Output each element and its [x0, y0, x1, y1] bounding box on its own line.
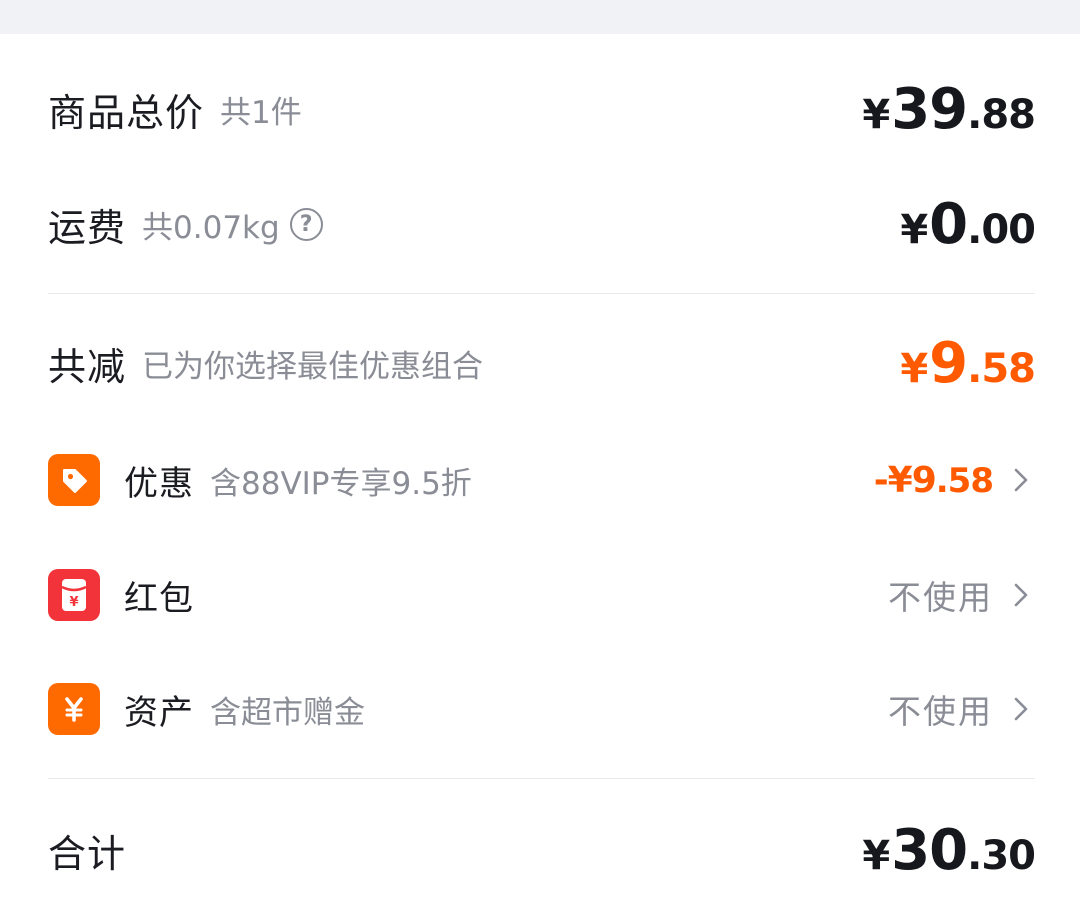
grand-total-row: 合计 ¥30.30: [48, 817, 1036, 883]
price-integer: 30: [891, 817, 968, 883]
divider: [48, 293, 1035, 294]
red-packet-icon: ¥: [48, 569, 100, 621]
currency-symbol: ¥: [862, 91, 890, 138]
goods-count: 共1件: [220, 94, 302, 131]
chevron-right-icon: [1007, 581, 1035, 609]
red-packet-label: 红包: [124, 578, 194, 619]
promo-value-main: -¥9: [873, 459, 937, 501]
grand-total-price: ¥30.30: [862, 817, 1036, 883]
assets-status: 不使用: [888, 692, 993, 731]
promo-value-decimal: .58: [935, 460, 994, 501]
help-icon[interactable]: ?: [289, 207, 323, 241]
promo-value: -¥9.58: [873, 459, 994, 501]
chevron-right-icon: [1007, 466, 1035, 494]
discount-total-price: ¥9.58: [900, 330, 1036, 396]
discount-total-label: 共减: [48, 344, 127, 389]
promo-row[interactable]: 优惠 含88VIP专享9.5折 -¥9.58: [48, 450, 1035, 510]
assets-label: 资产: [124, 692, 194, 733]
discount-total-row: 共减 已为你选择最佳优惠组合 ¥9.58: [48, 330, 1036, 396]
assets-row[interactable]: 资产 含超市赠金 不使用: [48, 679, 1035, 739]
divider: [48, 778, 1035, 779]
red-packet-status: 不使用: [888, 578, 993, 617]
order-summary-card: 商品总价 共1件 ¥39.88 运费 共0.07kg ? ¥0.00 共减 已为…: [0, 34, 1080, 918]
shipping-price: ¥0.00: [900, 191, 1036, 257]
price-integer: 0: [929, 191, 968, 257]
shipping-row: 运费 共0.07kg ? ¥0.00: [48, 191, 1036, 257]
goods-total-label: 商品总价: [48, 90, 205, 135]
grand-total-label: 合计: [48, 831, 127, 876]
currency-symbol: ¥: [862, 832, 890, 879]
top-separator-band: [0, 0, 1080, 34]
tag-icon: [48, 454, 100, 506]
assets-note: 含超市赠金: [210, 694, 365, 731]
shipping-label: 运费: [48, 205, 127, 250]
promo-label: 优惠: [124, 463, 194, 504]
currency-symbol: ¥: [900, 345, 928, 392]
price-integer: 39: [891, 76, 968, 142]
red-packet-row[interactable]: ¥ 红包 不使用: [48, 565, 1035, 625]
goods-total-price: ¥39.88: [862, 76, 1036, 142]
discount-note: 已为你选择最佳优惠组合: [142, 348, 484, 385]
svg-text:¥: ¥: [69, 595, 78, 610]
price-decimal: .88: [967, 91, 1036, 138]
promo-note: 含88VIP专享9.5折: [210, 465, 472, 502]
chevron-right-icon: [1007, 695, 1035, 723]
yuan-icon: [48, 683, 100, 735]
price-decimal: .30: [967, 832, 1036, 879]
goods-total-row: 商品总价 共1件 ¥39.88: [48, 76, 1036, 142]
price-decimal: .58: [967, 345, 1036, 392]
price-integer: 9: [929, 330, 968, 396]
price-decimal: .00: [967, 206, 1036, 253]
currency-symbol: ¥: [900, 206, 928, 253]
shipping-weight: 共0.07kg: [142, 209, 280, 246]
